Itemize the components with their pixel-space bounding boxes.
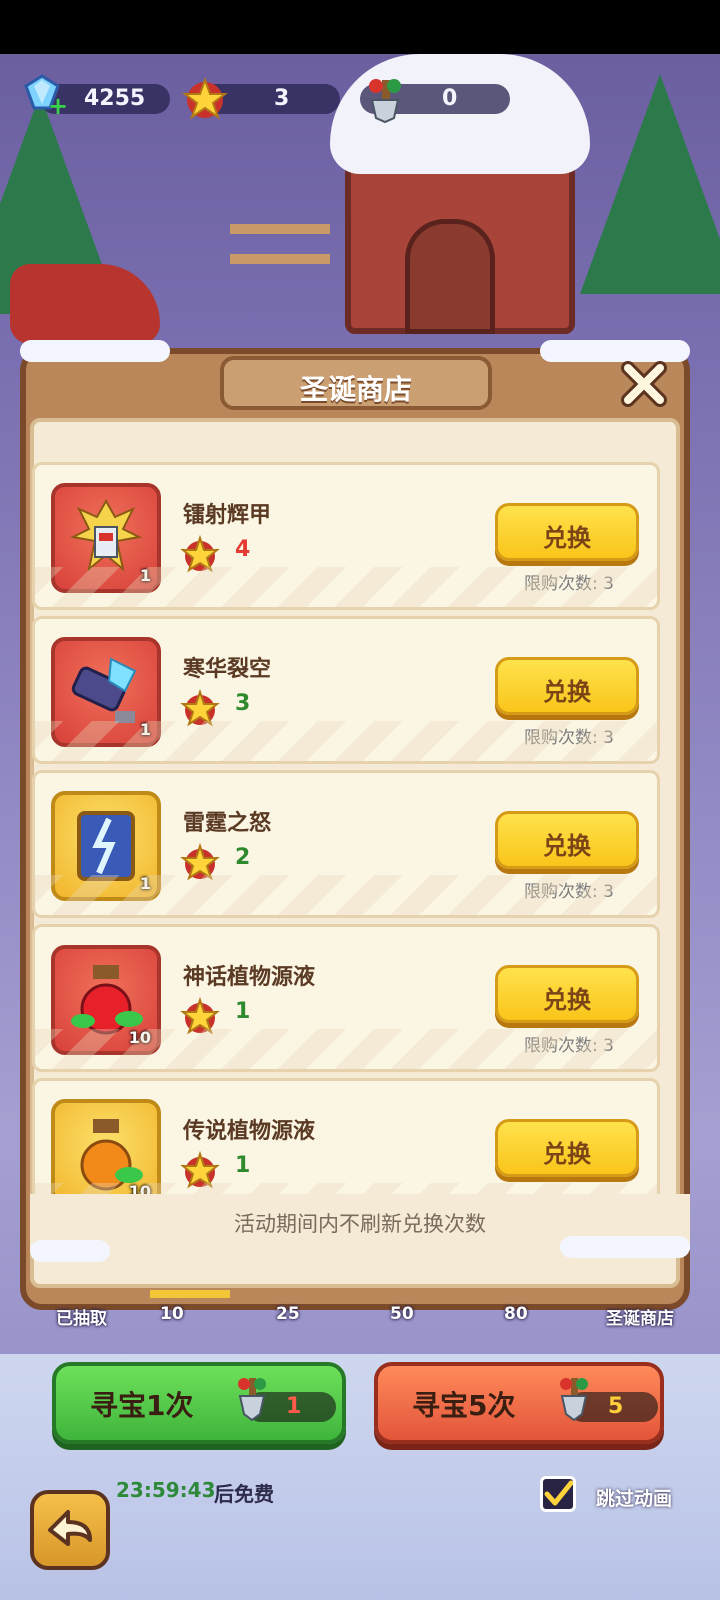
item-name: 传说植物源液 <box>183 1119 316 1144</box>
item-quantity: 1 <box>139 566 151 585</box>
skip-animation-label[interactable]: 跳过动画 <box>596 1484 672 1511</box>
item-quantity: 1 <box>139 720 151 739</box>
star-token-icon <box>180 535 220 573</box>
shovel-icon <box>560 1378 588 1422</box>
draw-once-cost: 1 <box>286 1394 302 1419</box>
item-quantity: 1 <box>139 874 151 893</box>
progress-milestone[interactable]: 25 <box>276 1304 300 1324</box>
exchange-button[interactable]: 兑换 <box>495 503 639 561</box>
sleigh-icon <box>10 264 160 344</box>
progress-milestone[interactable]: 10 <box>160 1304 184 1324</box>
shop-item: 10 神话植物源液 1 兑换 限购次数: 3 <box>32 924 660 1072</box>
progress-milestone[interactable]: 50 <box>390 1304 414 1324</box>
mythic-potion-icon <box>71 965 143 1035</box>
exchange-label: 兑换 <box>543 1140 591 1168</box>
draw-five-cost: 5 <box>608 1394 624 1419</box>
draw-five-button[interactable]: 寻宝5次 5 <box>374 1362 664 1444</box>
shop-item-list[interactable]: 1 镭射辉甲 4 兑换 限购次数: 3 1 寒华裂空 3 兑换 限购次数: 3 … <box>32 452 660 1194</box>
item-quantity: 10 <box>128 1182 151 1194</box>
snow-decoration <box>30 1240 110 1262</box>
draw-once-label: 寻宝1次 <box>90 1389 194 1422</box>
exchange-label: 兑换 <box>543 524 591 552</box>
star-token-icon <box>180 689 220 727</box>
page-title: 圣诞商店 <box>299 373 412 406</box>
star-token-icon <box>180 997 220 1035</box>
exchange-button[interactable]: 兑换 <box>495 1119 639 1177</box>
item-name: 神话植物源液 <box>183 965 316 990</box>
panel-header: 圣诞商店 <box>220 356 492 410</box>
shovel-count: 0 <box>442 86 458 111</box>
item-price: 2 <box>235 845 251 870</box>
add-gems-icon[interactable]: + <box>48 92 68 120</box>
exchange-label: 兑换 <box>543 986 591 1014</box>
shop-item: 1 雷霆之怒 2 兑换 限购次数: 3 <box>32 770 660 918</box>
skip-animation-checkbox[interactable] <box>540 1476 576 1512</box>
purchase-limit: 限购次数: 3 <box>524 882 614 902</box>
shop-item: 10 传说植物源液 1 兑换 <box>32 1078 660 1194</box>
exchange-button[interactable]: 兑换 <box>495 965 639 1023</box>
progress-label-drawn: 已抽取 <box>56 1309 107 1329</box>
star-count: 3 <box>274 86 290 111</box>
free-draw-timer: 23:59:43 <box>116 1478 216 1502</box>
item-price: 4 <box>235 537 251 562</box>
cabin-door-icon <box>405 219 495 334</box>
shop-item: 1 寒华裂空 3 兑换 限购次数: 3 <box>32 616 660 764</box>
item-thumbnail: 10 <box>51 945 161 1055</box>
draw-progress: 已抽取 10 25 50 80 圣诞商店 <box>0 1290 720 1340</box>
item-name: 寒华裂空 <box>183 657 272 682</box>
item-thumbnail: 1 <box>51 483 161 593</box>
item-thumbnail: 1 <box>51 791 161 901</box>
star-token-icon <box>180 843 220 881</box>
exchange-button[interactable]: 兑换 <box>495 811 639 869</box>
progress-fill <box>150 1290 230 1298</box>
item-name: 镭射辉甲 <box>183 503 272 528</box>
purchase-limit: 限购次数: 3 <box>524 1036 614 1056</box>
exchange-button[interactable]: 兑换 <box>495 657 639 715</box>
purchase-limit: 限购次数: 3 <box>524 728 614 748</box>
item-price: 1 <box>235 999 251 1024</box>
shovel-icon <box>238 1378 266 1422</box>
item-thumbnail: 1 <box>51 637 161 747</box>
exchange-label: 兑换 <box>543 832 591 860</box>
item-name: 雷霆之怒 <box>183 811 272 836</box>
item-price: 3 <box>235 691 251 716</box>
close-icon[interactable] <box>616 356 672 412</box>
christmas-shop-link[interactable]: 圣诞商店 <box>606 1304 674 1329</box>
item-price: 1 <box>235 1153 251 1178</box>
shovel-icon <box>369 79 401 124</box>
draw-five-label: 寻宝5次 <box>412 1389 516 1422</box>
snow-decoration <box>20 340 170 362</box>
shop-item: 1 镭射辉甲 4 兑换 限购次数: 3 <box>32 462 660 610</box>
item-quantity: 10 <box>128 1028 151 1047</box>
snow-decoration <box>560 1236 690 1258</box>
back-arrow-icon <box>48 1510 92 1546</box>
star-token-icon <box>182 77 228 120</box>
fence-icon <box>230 224 330 264</box>
progress-milestone[interactable]: 80 <box>504 1304 528 1324</box>
lightning-card-icon <box>77 811 135 881</box>
resource-bar: 4255 + 3 0 <box>0 74 720 124</box>
frost-cannon-icon <box>71 657 137 723</box>
status-bar <box>0 0 720 54</box>
checkmark-icon <box>544 1480 574 1506</box>
mech-armor-icon <box>69 498 143 572</box>
star-token-icon <box>180 1151 220 1189</box>
purchase-limit: 限购次数: 3 <box>524 574 614 594</box>
item-thumbnail: 10 <box>51 1099 161 1194</box>
back-button[interactable] <box>30 1490 110 1570</box>
gem-count: 4255 <box>84 86 146 111</box>
exchange-label: 兑换 <box>543 678 591 706</box>
draw-once-button[interactable]: 寻宝1次 1 <box>52 1362 346 1444</box>
free-draw-suffix: 后免费 <box>214 1482 274 1506</box>
